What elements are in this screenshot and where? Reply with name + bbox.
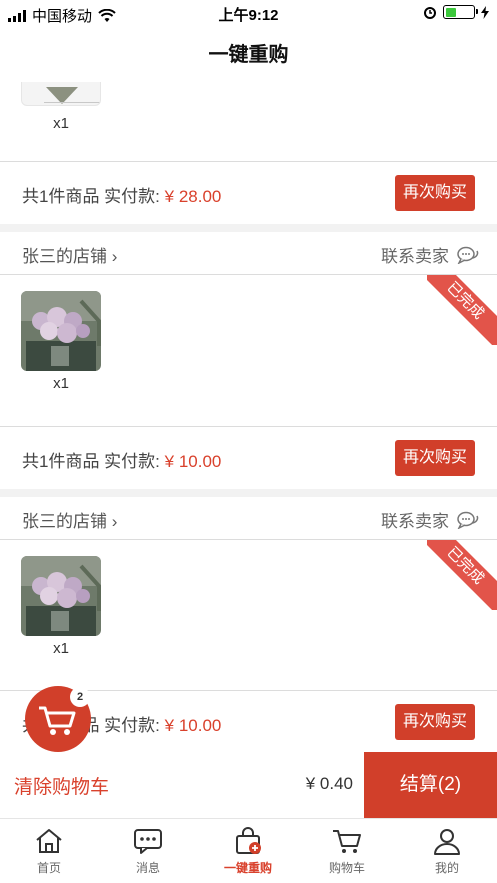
order-price: ¥ 28.00 [164,187,222,206]
shop-name-link[interactable]: 张三的店铺 › [22,242,117,267]
order-card: 已完成 x1 [0,275,497,426]
product-image[interactable] [21,291,101,371]
order-summary-row: 共1件商品 实付款: ¥ 28.00 再次购买 [0,162,497,224]
product-image[interactable] [21,556,101,636]
charging-icon [481,5,489,19]
checkout-bar: 清除购物车 ¥ 0.40 结算(2) [0,752,497,818]
tab-rebuy[interactable]: 一键重购 [213,827,283,876]
shop-header: 张三的店铺 › 联系卖家 [0,232,497,274]
tab-home[interactable]: 首页 [14,827,84,876]
rebuy-button[interactable]: 再次购买 [395,440,475,476]
order-list[interactable]: x1 共1件商品 实付款: ¥ 28.00 再次购买 张三的店铺 › 联系卖家 … [0,82,497,752]
order-summary-row: 共1件商品 实付款: ¥ 10.00 再次购买 [0,427,497,489]
tab-messages[interactable]: 消息 [113,827,183,876]
status-ribbon-label: 已完成 [427,275,497,345]
item-quantity: x1 [53,115,69,132]
user-icon [434,829,460,855]
order-price: ¥ 10.00 [164,452,222,471]
battery-icon [443,5,478,19]
order-card: x1 [0,82,497,161]
tab-label: 购物车 [328,861,365,875]
contact-seller-button[interactable]: 联系卖家 [381,507,479,532]
chevron-right-icon: › [111,512,118,531]
clear-cart-button[interactable]: 清除购物车 [14,772,109,799]
message-icon [134,829,162,854]
rebuy-bag-icon [236,827,261,854]
contact-label: 联系卖家 [381,512,449,531]
contact-seller-button[interactable]: 联系卖家 [381,242,479,267]
summary-label: 共1件商品 实付款: [22,452,160,471]
cart-icon [333,830,361,853]
order-summary: 共1件商品 实付款: ¥ 28.00 [22,182,221,207]
shop-name: 张三的店铺 [22,247,107,266]
tab-label: 一键重购 [223,861,272,875]
tab-label: 我的 [434,861,459,875]
chevron-right-icon: › [111,247,118,266]
home-icon [36,829,62,853]
item-quantity: x1 [53,640,69,657]
tab-bar: 首页 消息 一键重购 购物车 我的 [0,818,497,883]
order-summary: 共1件商品 实付款: ¥ 10.00 [22,447,221,472]
cart-total: ¥ 0.40 [305,774,353,793]
page-title: 一键重购 [0,28,497,82]
item-quantity: x1 [53,375,69,392]
alarm-icon [424,7,436,19]
contact-label: 联系卖家 [381,247,449,266]
rebuy-button[interactable]: 再次购买 [395,175,475,211]
tab-label: 首页 [36,861,61,875]
tab-label: 消息 [135,861,160,875]
shop-name: 张三的店铺 [22,512,107,531]
rebuy-button[interactable]: 再次购买 [395,704,475,740]
shop-name-link[interactable]: 张三的店铺 › [22,507,117,532]
status-ribbon: 已完成 [427,275,497,345]
cart-count-badge: 2 [70,687,90,707]
chat-icon [457,511,479,529]
status-ribbon-label: 已完成 [427,540,497,610]
tab-cart[interactable]: 购物车 [312,827,382,876]
tab-profile[interactable]: 我的 [412,827,482,876]
order-card: 已完成 x1 [0,540,497,690]
status-ribbon: 已完成 [427,540,497,610]
product-image[interactable] [21,82,101,106]
shop-header: 张三的店铺 › 联系卖家 [0,497,497,539]
settle-button[interactable]: 结算(2) [364,752,497,818]
chat-icon [457,246,479,264]
order-price: ¥ 10.00 [164,716,222,735]
status-bar: 中国移动 上午9:12 [0,0,497,28]
summary-label: 共1件商品 实付款: [22,187,160,206]
